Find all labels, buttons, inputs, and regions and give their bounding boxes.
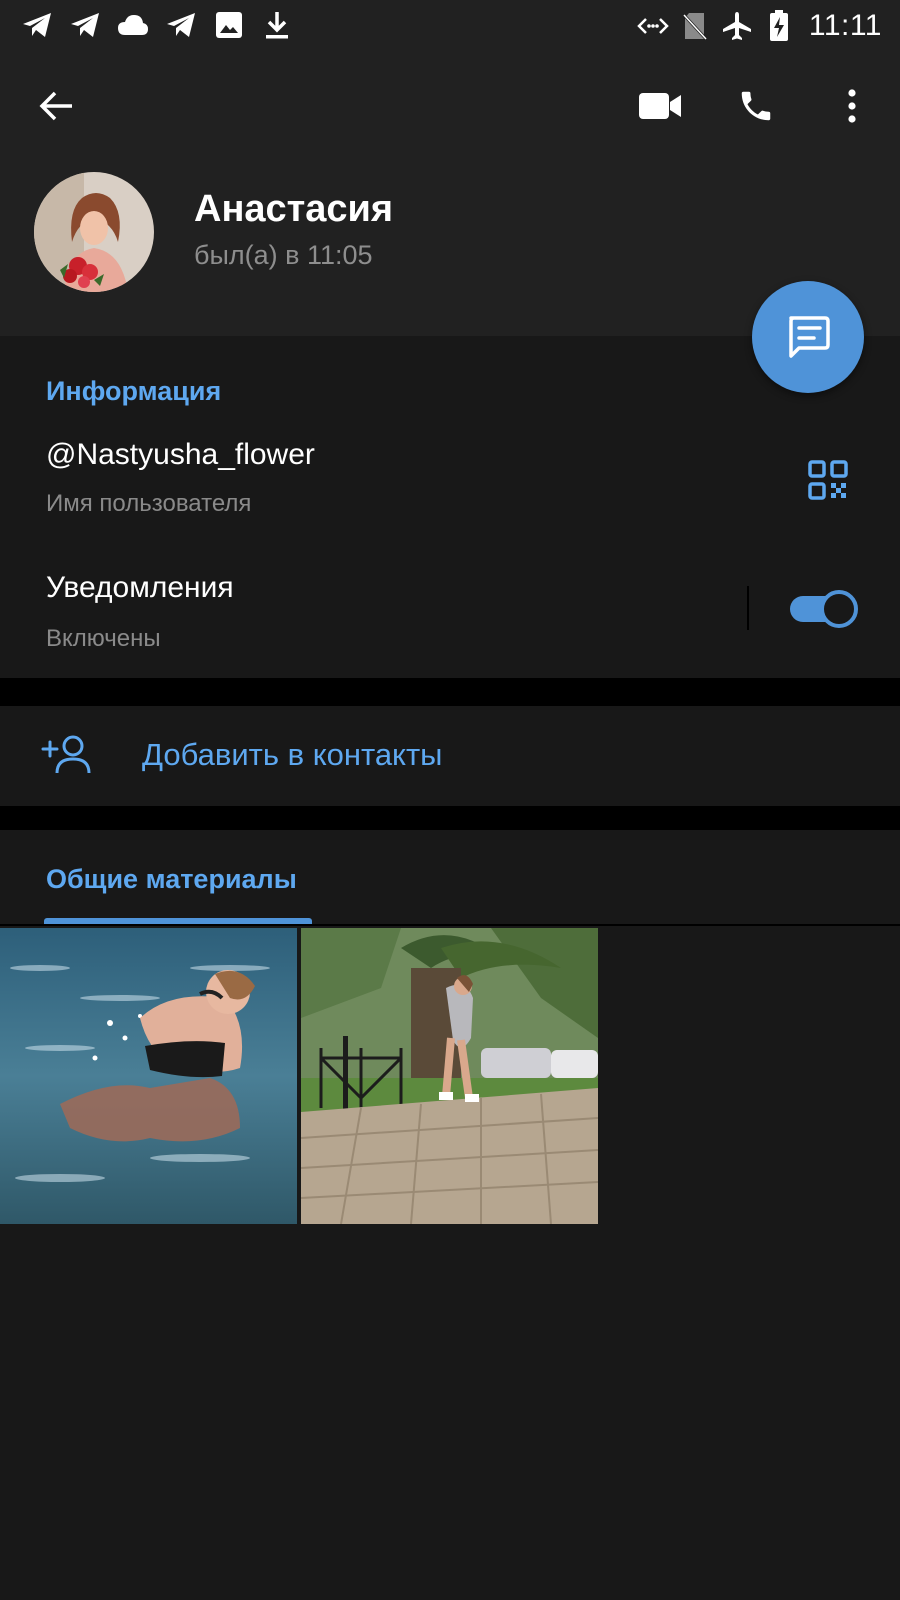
avatar-photo xyxy=(34,172,154,292)
username-caption: Имя пользователя xyxy=(46,490,252,517)
info-section-title: Информация xyxy=(46,376,222,406)
telegram-icon xyxy=(68,8,102,42)
row-divider xyxy=(747,586,749,630)
no-sim-icon xyxy=(679,10,711,42)
qr-code-button[interactable] xyxy=(800,452,856,508)
toggle-knob xyxy=(820,590,858,628)
media-thumbnail[interactable] xyxy=(301,928,598,1224)
notification-icons xyxy=(20,8,294,42)
info-section: Информация @Nastyusha_flower Имя пользов… xyxy=(0,336,900,678)
notifications-label: Уведомления xyxy=(46,571,234,604)
data-saver-icon xyxy=(637,10,669,42)
add-to-contacts-row[interactable]: Добавить в контакты xyxy=(0,706,900,806)
photo-sea xyxy=(0,928,297,1224)
shared-media-section: Общие материалы xyxy=(0,830,900,1600)
add-person-icon xyxy=(40,728,94,782)
phone-icon xyxy=(741,91,771,121)
download-icon xyxy=(260,8,294,42)
status-bar: 11:11 xyxy=(0,0,900,52)
airplane-icon xyxy=(721,10,753,42)
video-call-button[interactable] xyxy=(632,78,688,134)
message-icon xyxy=(789,316,830,358)
section-gap xyxy=(0,806,900,830)
back-button[interactable] xyxy=(28,78,84,134)
arrow-left-icon xyxy=(39,91,72,121)
qr-code-icon xyxy=(808,460,848,500)
call-button[interactable] xyxy=(728,78,784,134)
tab-shared-media[interactable]: Общие материалы xyxy=(46,864,297,895)
username: @Nastyusha_flower xyxy=(46,438,315,471)
system-icons: 11:11 xyxy=(637,6,882,46)
tab-divider xyxy=(0,924,900,926)
profile-name: Анастасия xyxy=(194,188,394,230)
avatar[interactable] xyxy=(34,172,154,292)
add-to-contacts-label: Добавить в контакты xyxy=(142,737,443,772)
notifications-toggle[interactable] xyxy=(790,590,858,628)
telegram-icon xyxy=(20,8,54,42)
more-vert-icon xyxy=(848,89,856,123)
battery-charging-icon xyxy=(763,10,795,42)
image-icon xyxy=(212,8,246,42)
send-message-button[interactable] xyxy=(752,281,864,393)
video-call-icon xyxy=(639,93,681,119)
notifications-value: Включены xyxy=(46,625,161,652)
clock: 11:11 xyxy=(808,9,882,42)
photo-palm-street xyxy=(301,928,598,1224)
cloud-icon xyxy=(116,8,150,42)
media-thumbnail[interactable] xyxy=(0,928,297,1224)
section-gap xyxy=(0,678,900,706)
telegram-icon xyxy=(164,8,198,42)
more-options-button[interactable] xyxy=(824,78,880,134)
last-seen-status: был(а) в 11:05 xyxy=(194,240,373,270)
profile-header: Анастасия был(а) в 11:05 xyxy=(0,52,900,336)
